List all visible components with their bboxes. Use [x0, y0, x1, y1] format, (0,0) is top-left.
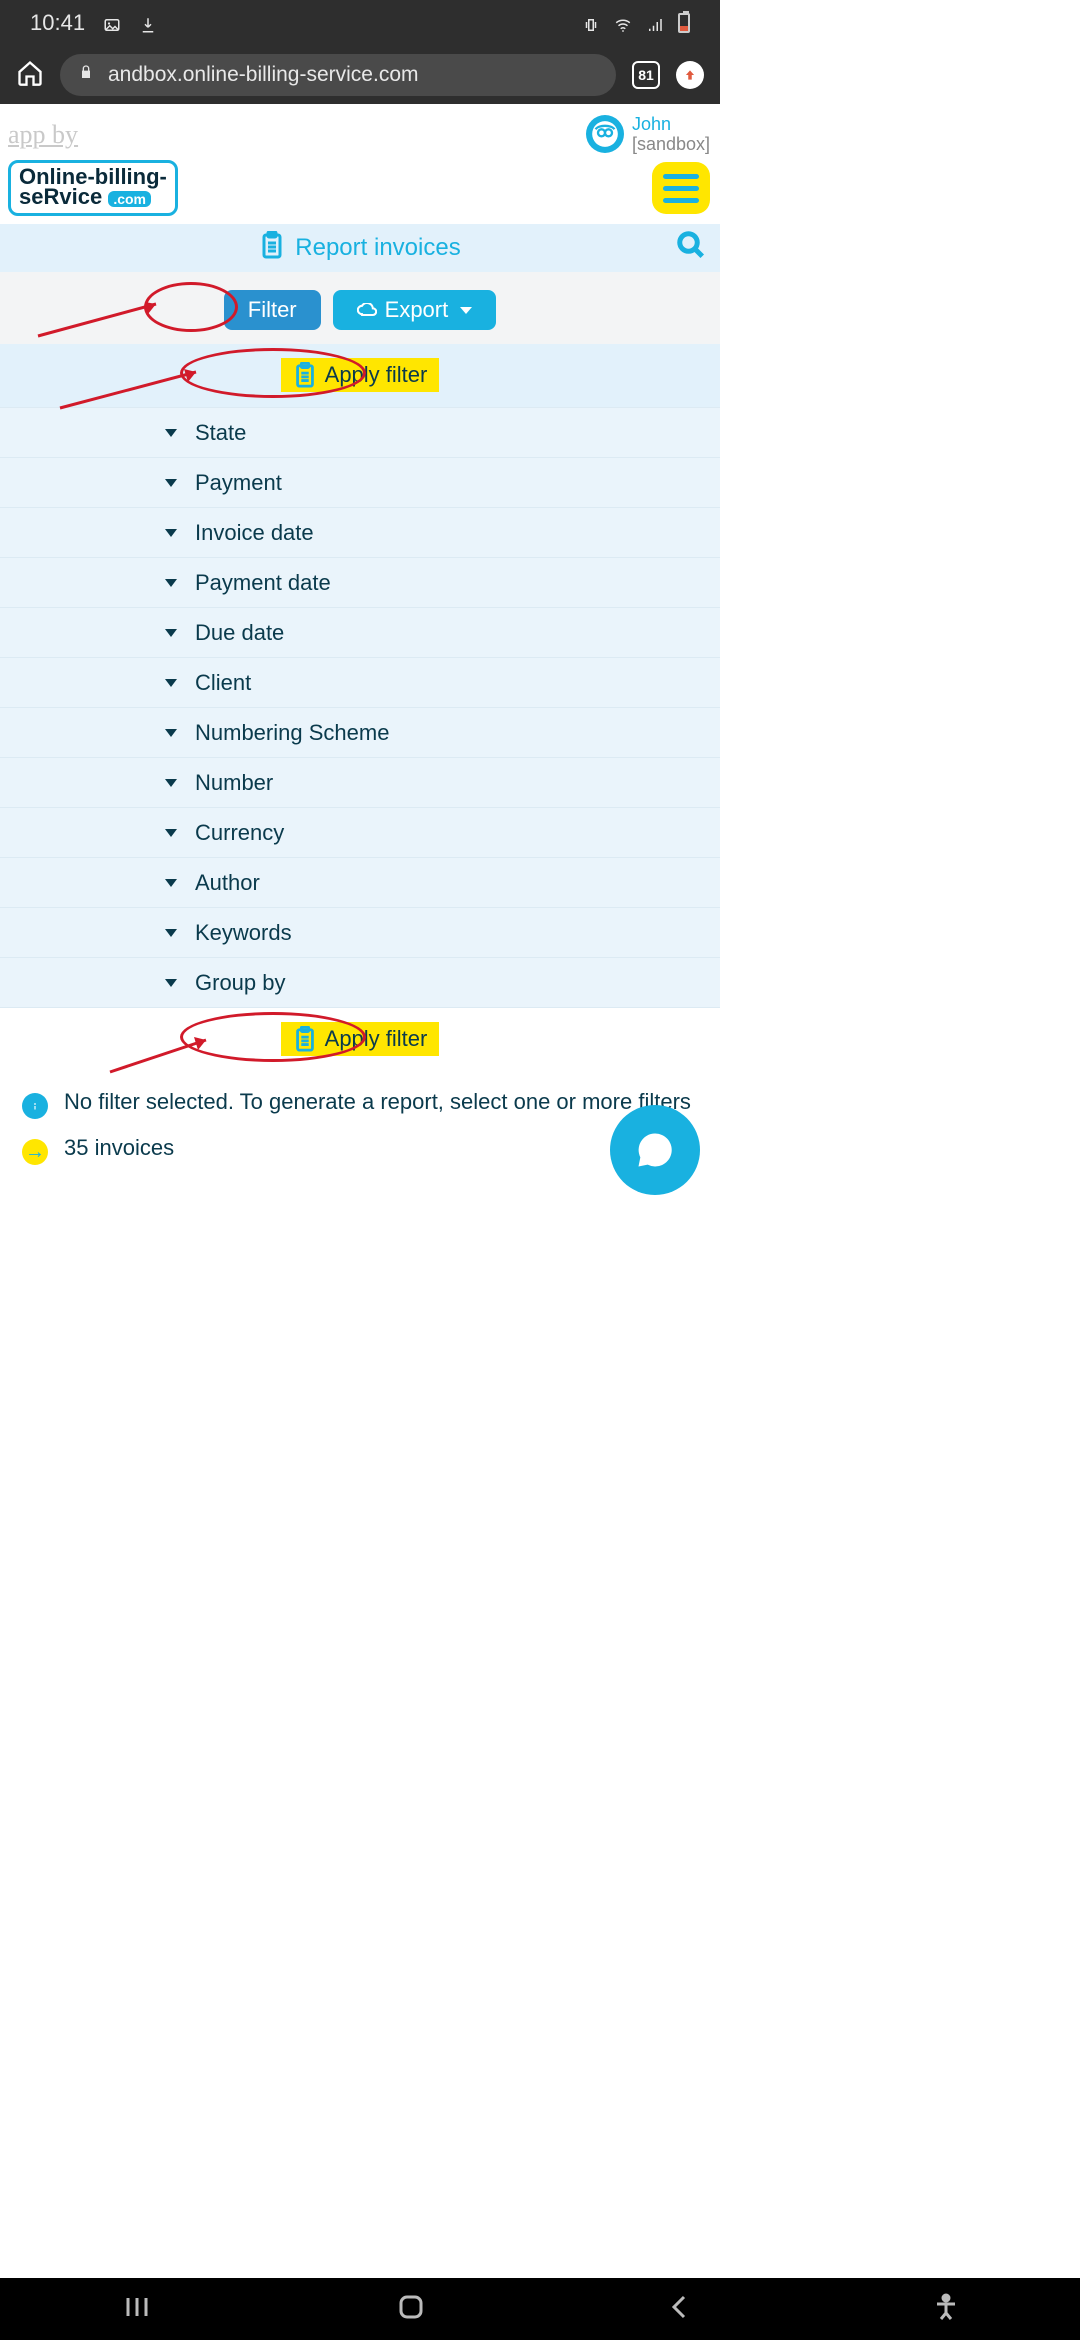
- filter-row-author[interactable]: Author: [0, 857, 720, 907]
- chevron-down-icon: [165, 929, 177, 937]
- vibrate-icon: [582, 14, 600, 32]
- android-nav-bar: [0, 2278, 1080, 2340]
- page-title: Report invoices: [295, 234, 460, 262]
- update-icon[interactable]: [676, 61, 704, 89]
- user-role: [sandbox]: [632, 134, 710, 154]
- filter-row-currency[interactable]: Currency: [0, 807, 720, 857]
- filter-row-payment[interactable]: Payment: [0, 457, 720, 507]
- apply-filter-top: Apply filter: [0, 344, 720, 407]
- apply-filter-bottom: Apply filter: [0, 1007, 720, 1071]
- chevron-down-icon: [165, 629, 177, 637]
- page-header: app by John [sandbox]: [0, 104, 720, 160]
- invoice-count: 35 invoices: [64, 1135, 174, 1161]
- annotation-arrow: [38, 300, 168, 345]
- tab-count[interactable]: 81: [632, 61, 660, 89]
- lock-icon: [78, 63, 94, 87]
- browser-toolbar: andbox.online-billing-service.com 81: [0, 46, 720, 104]
- accessibility-icon[interactable]: [934, 2293, 958, 2326]
- apply-filter-button[interactable]: Apply filter: [281, 358, 440, 392]
- download-icon: [139, 14, 157, 32]
- user-name: John: [632, 114, 710, 134]
- image-icon: [103, 14, 121, 32]
- url-text: andbox.online-billing-service.com: [108, 63, 419, 87]
- avatar: [586, 115, 624, 153]
- filter-button[interactable]: Filter: [224, 290, 321, 330]
- info-icon: [22, 1093, 48, 1119]
- home-nav-icon[interactable]: [397, 2293, 425, 2326]
- chevron-down-icon: [165, 979, 177, 987]
- address-bar[interactable]: andbox.online-billing-service.com: [60, 54, 616, 96]
- chat-fab[interactable]: [610, 1105, 700, 1195]
- chevron-down-icon: [165, 829, 177, 837]
- export-button[interactable]: Export: [333, 290, 497, 330]
- back-icon[interactable]: [669, 2293, 689, 2326]
- info-area: No filter selected. To generate a report…: [0, 1071, 720, 1199]
- chevron-down-icon: [165, 679, 177, 687]
- signal-icon: [646, 14, 664, 32]
- filter-row-invoice-date[interactable]: Invoice date: [0, 507, 720, 557]
- chevron-down-icon: [165, 729, 177, 737]
- brand-row: Online-billing- seRvice .com: [0, 160, 720, 224]
- filter-row-keywords[interactable]: Keywords: [0, 907, 720, 957]
- page-title-band: Report invoices: [0, 224, 720, 272]
- chevron-down-icon: [165, 529, 177, 537]
- filter-row-numbering-scheme[interactable]: Numbering Scheme: [0, 707, 720, 757]
- wifi-icon: [614, 14, 632, 32]
- battery-icon: [678, 13, 690, 33]
- chevron-down-icon: [460, 307, 472, 314]
- chevron-down-icon: [165, 429, 177, 437]
- app-by-label: app by: [6, 114, 80, 150]
- clipboard-icon: [259, 231, 285, 266]
- chevron-down-icon: [165, 479, 177, 487]
- filter-row-group-by[interactable]: Group by: [0, 957, 720, 1007]
- brand-logo[interactable]: Online-billing- seRvice .com: [8, 160, 178, 216]
- android-status-bar: 10:41: [0, 0, 720, 46]
- no-filter-text: No filter selected. To generate a report…: [64, 1089, 691, 1115]
- status-time: 10:41: [30, 10, 85, 36]
- filter-list: State Payment Invoice date Payment date …: [0, 407, 720, 1007]
- button-row: Filter Export: [0, 272, 720, 344]
- filter-row-state[interactable]: State: [0, 407, 720, 457]
- home-icon[interactable]: [16, 59, 44, 92]
- filter-row-payment-date[interactable]: Payment date: [0, 557, 720, 607]
- arrow-right-icon: →: [22, 1139, 48, 1165]
- chevron-down-icon: [165, 879, 177, 887]
- apply-filter-button[interactable]: Apply filter: [281, 1022, 440, 1056]
- user-block[interactable]: John [sandbox]: [586, 114, 710, 154]
- filter-row-due-date[interactable]: Due date: [0, 607, 720, 657]
- menu-icon[interactable]: [652, 162, 710, 214]
- search-icon[interactable]: [676, 230, 706, 267]
- chevron-down-icon: [165, 579, 177, 587]
- filter-row-number[interactable]: Number: [0, 757, 720, 807]
- chevron-down-icon: [165, 779, 177, 787]
- recents-icon[interactable]: [122, 2295, 152, 2324]
- filter-row-client[interactable]: Client: [0, 657, 720, 707]
